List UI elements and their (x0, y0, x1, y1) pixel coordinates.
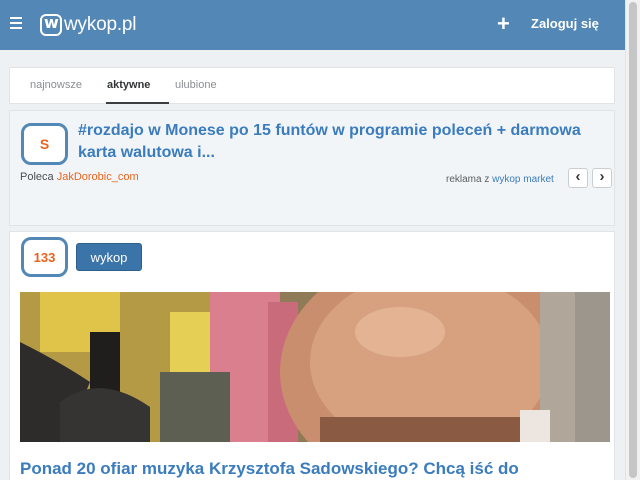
sponsored-entry: S #rozdajo w Monese po 15 funtów w progr… (9, 110, 615, 226)
chevron-right-icon[interactable]: › (592, 168, 612, 188)
tab-najnowsze[interactable]: najnowsze (30, 79, 82, 91)
wykop-logo[interactable]: wykop.pl (40, 13, 137, 37)
wykop-logo-icon (40, 13, 62, 36)
link-thumbnail[interactable] (20, 292, 610, 442)
ad-source-label: reklama z (446, 174, 493, 185)
ad-source: reklama z wykop market (446, 174, 554, 185)
recommended-by-label: Poleca (20, 171, 57, 183)
login-link[interactable]: Zaloguj się (531, 16, 599, 31)
vote-count[interactable]: 133 (21, 237, 68, 277)
logo-text: wykop.pl (64, 14, 137, 35)
page-scrollbar[interactable] (625, 0, 640, 480)
link-title[interactable]: Ponad 20 ofiar muzyka Krzysztofa Sadowsk… (20, 458, 610, 480)
tab-ulubione[interactable]: ulubione (175, 79, 217, 91)
thumbnail-image (20, 292, 610, 442)
wykop-market-link[interactable]: wykop market (492, 174, 554, 185)
link-entry: 133 wykop Ponad 20 ofiar muzyka Krzyszto… (9, 231, 615, 480)
sort-tabs: najnowsze aktywne ulubione (9, 67, 615, 104)
plus-icon[interactable]: + (497, 12, 510, 36)
top-navigation-bar: wykop.pl + Zaloguj się (0, 0, 625, 50)
active-tab-indicator (106, 102, 169, 104)
recommended-by-author[interactable]: JakDorobic_com (57, 171, 139, 183)
recommended-by: Poleca JakDorobic_com (20, 171, 139, 183)
wykop-button[interactable]: wykop (76, 243, 142, 271)
chevron-left-icon[interactable]: ‹ (568, 168, 588, 188)
hamburger-icon[interactable] (10, 17, 22, 29)
sponsored-title[interactable]: #rozdajo w Monese po 15 funtów w program… (78, 120, 598, 164)
sponsor-badge[interactable]: S (21, 123, 68, 165)
tab-aktywne[interactable]: aktywne (107, 79, 150, 91)
scrollbar-thumb[interactable] (629, 2, 637, 478)
